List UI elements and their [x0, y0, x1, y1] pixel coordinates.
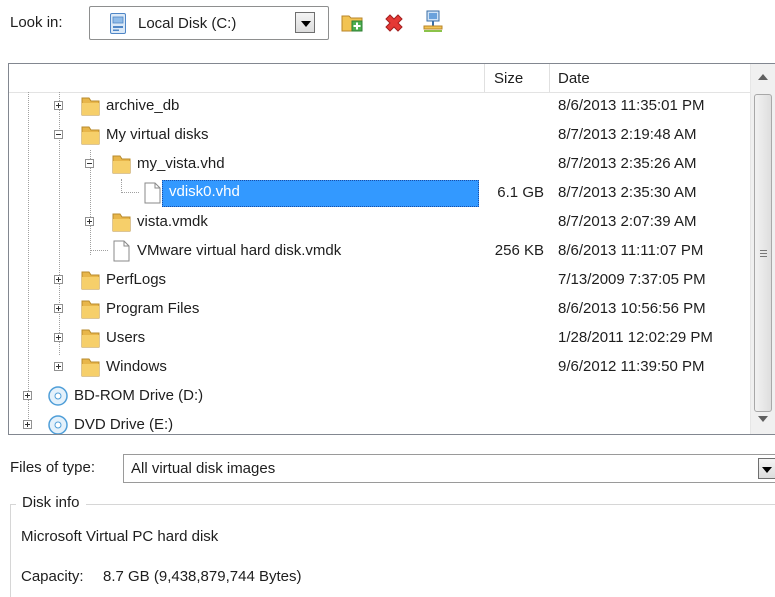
- tree-item-name: BD-ROM Drive (D:): [74, 387, 204, 404]
- look-in-value: Local Disk (C:): [138, 15, 237, 32]
- tree-item-date: 7/13/2009 7:37:05 PM: [558, 271, 706, 288]
- tree-item-name: VMware virtual hard disk.vmdk: [137, 242, 342, 259]
- look-in-label: Look in:: [10, 14, 63, 31]
- collapse-toggle[interactable]: [54, 130, 63, 139]
- collapse-toggle[interactable]: [85, 159, 94, 168]
- tree-item-name: my_vista.vhd: [137, 155, 225, 172]
- expand-toggle[interactable]: [85, 217, 94, 226]
- tree-row-my-virtual-disks[interactable]: My virtual disks 8/7/2013 2:19:48 AM: [9, 121, 750, 150]
- vertical-scrollbar[interactable]: [750, 64, 775, 434]
- disk-info-description: Microsoft Virtual PC hard disk: [21, 528, 219, 545]
- folder-icon: [81, 97, 100, 116]
- tree-item-date: 8/7/2013 2:19:48 AM: [558, 126, 697, 143]
- expand-toggle[interactable]: [54, 333, 63, 342]
- tree-item-date: 8/7/2013 2:35:30 AM: [558, 184, 697, 201]
- tree-item-name: archive_db: [106, 97, 180, 114]
- tree-item-date: 1/28/2011 12:02:29 PM: [558, 329, 713, 346]
- capacity-value: 8.7 GB (9,438,879,744 Bytes): [103, 568, 302, 585]
- tree-row-vdisk0-vhd[interactable]: vdisk0.vhd 6.1 GB 8/7/2013 2:35:30 AM: [9, 179, 750, 208]
- tree-row-windows[interactable]: Windows 9/6/2012 11:39:50 PM: [9, 353, 750, 382]
- folder-icon: [112, 213, 131, 232]
- column-divider[interactable]: [549, 64, 550, 92]
- grip-line: [760, 250, 767, 251]
- capacity-label: Capacity:: [21, 568, 84, 585]
- group-border: [10, 504, 775, 505]
- column-header-row: Size Date: [9, 64, 750, 93]
- tree-item-date: 8/7/2013 2:07:39 AM: [558, 213, 697, 230]
- tree-row-dvd-drive[interactable]: DVD Drive (E:): [9, 411, 750, 434]
- chevron-down-icon: [301, 21, 311, 27]
- tree-item-size: 256 KB: [494, 242, 544, 259]
- tree-item-name: vista.vmdk: [137, 213, 208, 230]
- look-in-dropdown-button[interactable]: [295, 12, 315, 33]
- expand-toggle[interactable]: [54, 362, 63, 371]
- tree-row-users[interactable]: Users 1/28/2011 12:02:29 PM: [9, 324, 750, 353]
- scroll-up-arrow-icon[interactable]: [758, 74, 768, 80]
- tree-item-name: Windows: [106, 358, 167, 375]
- delete-icon[interactable]: [382, 10, 406, 34]
- tree-row-program-files[interactable]: Program Files 8/6/2013 10:56:56 PM: [9, 295, 750, 324]
- optical-drive-icon: [48, 415, 68, 434]
- tree-row-archive-db[interactable]: archive_db 8/6/2013 11:35:01 PM: [9, 92, 750, 121]
- chevron-down-icon: [762, 467, 772, 473]
- grip-line: [760, 256, 767, 257]
- disk-info-title: Disk info: [16, 494, 86, 511]
- files-of-type-label: Files of type:: [10, 459, 96, 476]
- tree-item-date: 9/6/2012 11:39:50 PM: [558, 358, 705, 375]
- tree-item-date: 8/6/2013 10:56:56 PM: [558, 300, 706, 317]
- new-folder-icon[interactable]: [340, 10, 364, 34]
- tree-row-perflogs[interactable]: PerfLogs 7/13/2009 7:37:05 PM: [9, 266, 750, 295]
- tree-item-size: 6.1 GB: [497, 184, 544, 201]
- file-icon: [113, 240, 130, 262]
- grip-line: [760, 253, 767, 254]
- expand-toggle[interactable]: [54, 304, 63, 313]
- tree-row-bd-rom-drive[interactable]: BD-ROM Drive (D:): [9, 382, 750, 411]
- file-icon: [144, 182, 161, 204]
- local-disk-icon: [110, 13, 126, 34]
- tree-item-name: PerfLogs: [106, 271, 167, 288]
- tree-item-date: 8/6/2013 11:35:01 PM: [558, 97, 705, 114]
- column-divider[interactable]: [484, 64, 485, 92]
- folder-icon: [81, 271, 100, 290]
- expand-toggle[interactable]: [54, 101, 63, 110]
- look-in-combo[interactable]: Local Disk (C:): [89, 6, 329, 40]
- expand-toggle[interactable]: [23, 391, 32, 400]
- tree-item-name: Program Files: [106, 300, 200, 317]
- folder-icon: [112, 155, 131, 174]
- tree-row-my-vista-vhd[interactable]: my_vista.vhd 8/7/2013 2:35:26 AM: [9, 150, 750, 179]
- folder-icon: [81, 358, 100, 377]
- expand-toggle[interactable]: [54, 275, 63, 284]
- files-of-type-value: All virtual disk images: [131, 460, 276, 477]
- files-of-type-dropdown-button[interactable]: [758, 458, 775, 479]
- tree-row-vmware-vmdk[interactable]: VMware virtual hard disk.vmdk 256 KB 8/6…: [9, 237, 750, 266]
- tree-item-name: vdisk0.vhd: [162, 180, 479, 207]
- folder-icon: [81, 329, 100, 348]
- folder-icon: [81, 126, 100, 145]
- tree-item-date: 8/6/2013 11:11:07 PM: [558, 242, 704, 259]
- optical-drive-icon: [48, 386, 68, 406]
- scroll-down-arrow-icon[interactable]: [758, 416, 768, 422]
- tree-item-name: Users: [106, 329, 146, 346]
- folder-icon: [81, 300, 100, 319]
- files-of-type-combo[interactable]: All virtual disk images: [123, 454, 775, 483]
- network-icon[interactable]: [421, 10, 445, 34]
- scrollbar-thumb[interactable]: [754, 94, 772, 412]
- expand-toggle[interactable]: [23, 420, 32, 429]
- file-tree-list[interactable]: Size Date archive_db 8/6/2013 11:35:01 P…: [8, 63, 775, 435]
- tree-item-name: My virtual disks: [106, 126, 209, 143]
- column-header-size[interactable]: Size: [494, 70, 523, 87]
- tree-item-date: 8/7/2013 2:35:26 AM: [558, 155, 697, 172]
- column-header-date[interactable]: Date: [558, 70, 590, 87]
- tree-item-name: DVD Drive (E:): [74, 416, 174, 433]
- tree-row-vista-vmdk[interactable]: vista.vmdk 8/7/2013 2:07:39 AM: [9, 208, 750, 237]
- group-border: [10, 504, 11, 597]
